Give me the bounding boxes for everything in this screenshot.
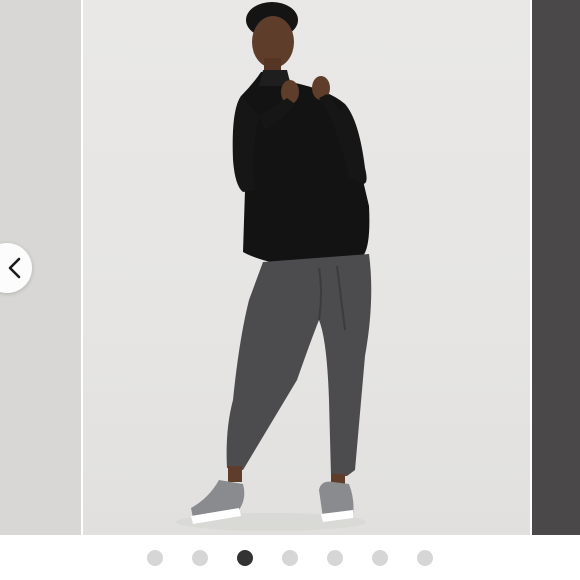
- pagination-dot-5[interactable]: [327, 549, 343, 566]
- pagination-dot-2[interactable]: [192, 549, 208, 566]
- current-slide-photo: [83, 0, 530, 535]
- product-photo: [176, 2, 372, 531]
- pagination-dot-4[interactable]: [282, 549, 298, 566]
- next-slide-peek[interactable]: [532, 0, 580, 535]
- carousel-pagination: [0, 535, 580, 580]
- pagination-dot-6[interactable]: [372, 549, 388, 566]
- image-carousel[interactable]: [0, 0, 580, 535]
- chevron-left-icon: [8, 257, 21, 279]
- pagination-dot-7[interactable]: [417, 549, 433, 566]
- pagination-dot-1[interactable]: [147, 549, 163, 566]
- pagination-dot-3[interactable]: [237, 549, 253, 566]
